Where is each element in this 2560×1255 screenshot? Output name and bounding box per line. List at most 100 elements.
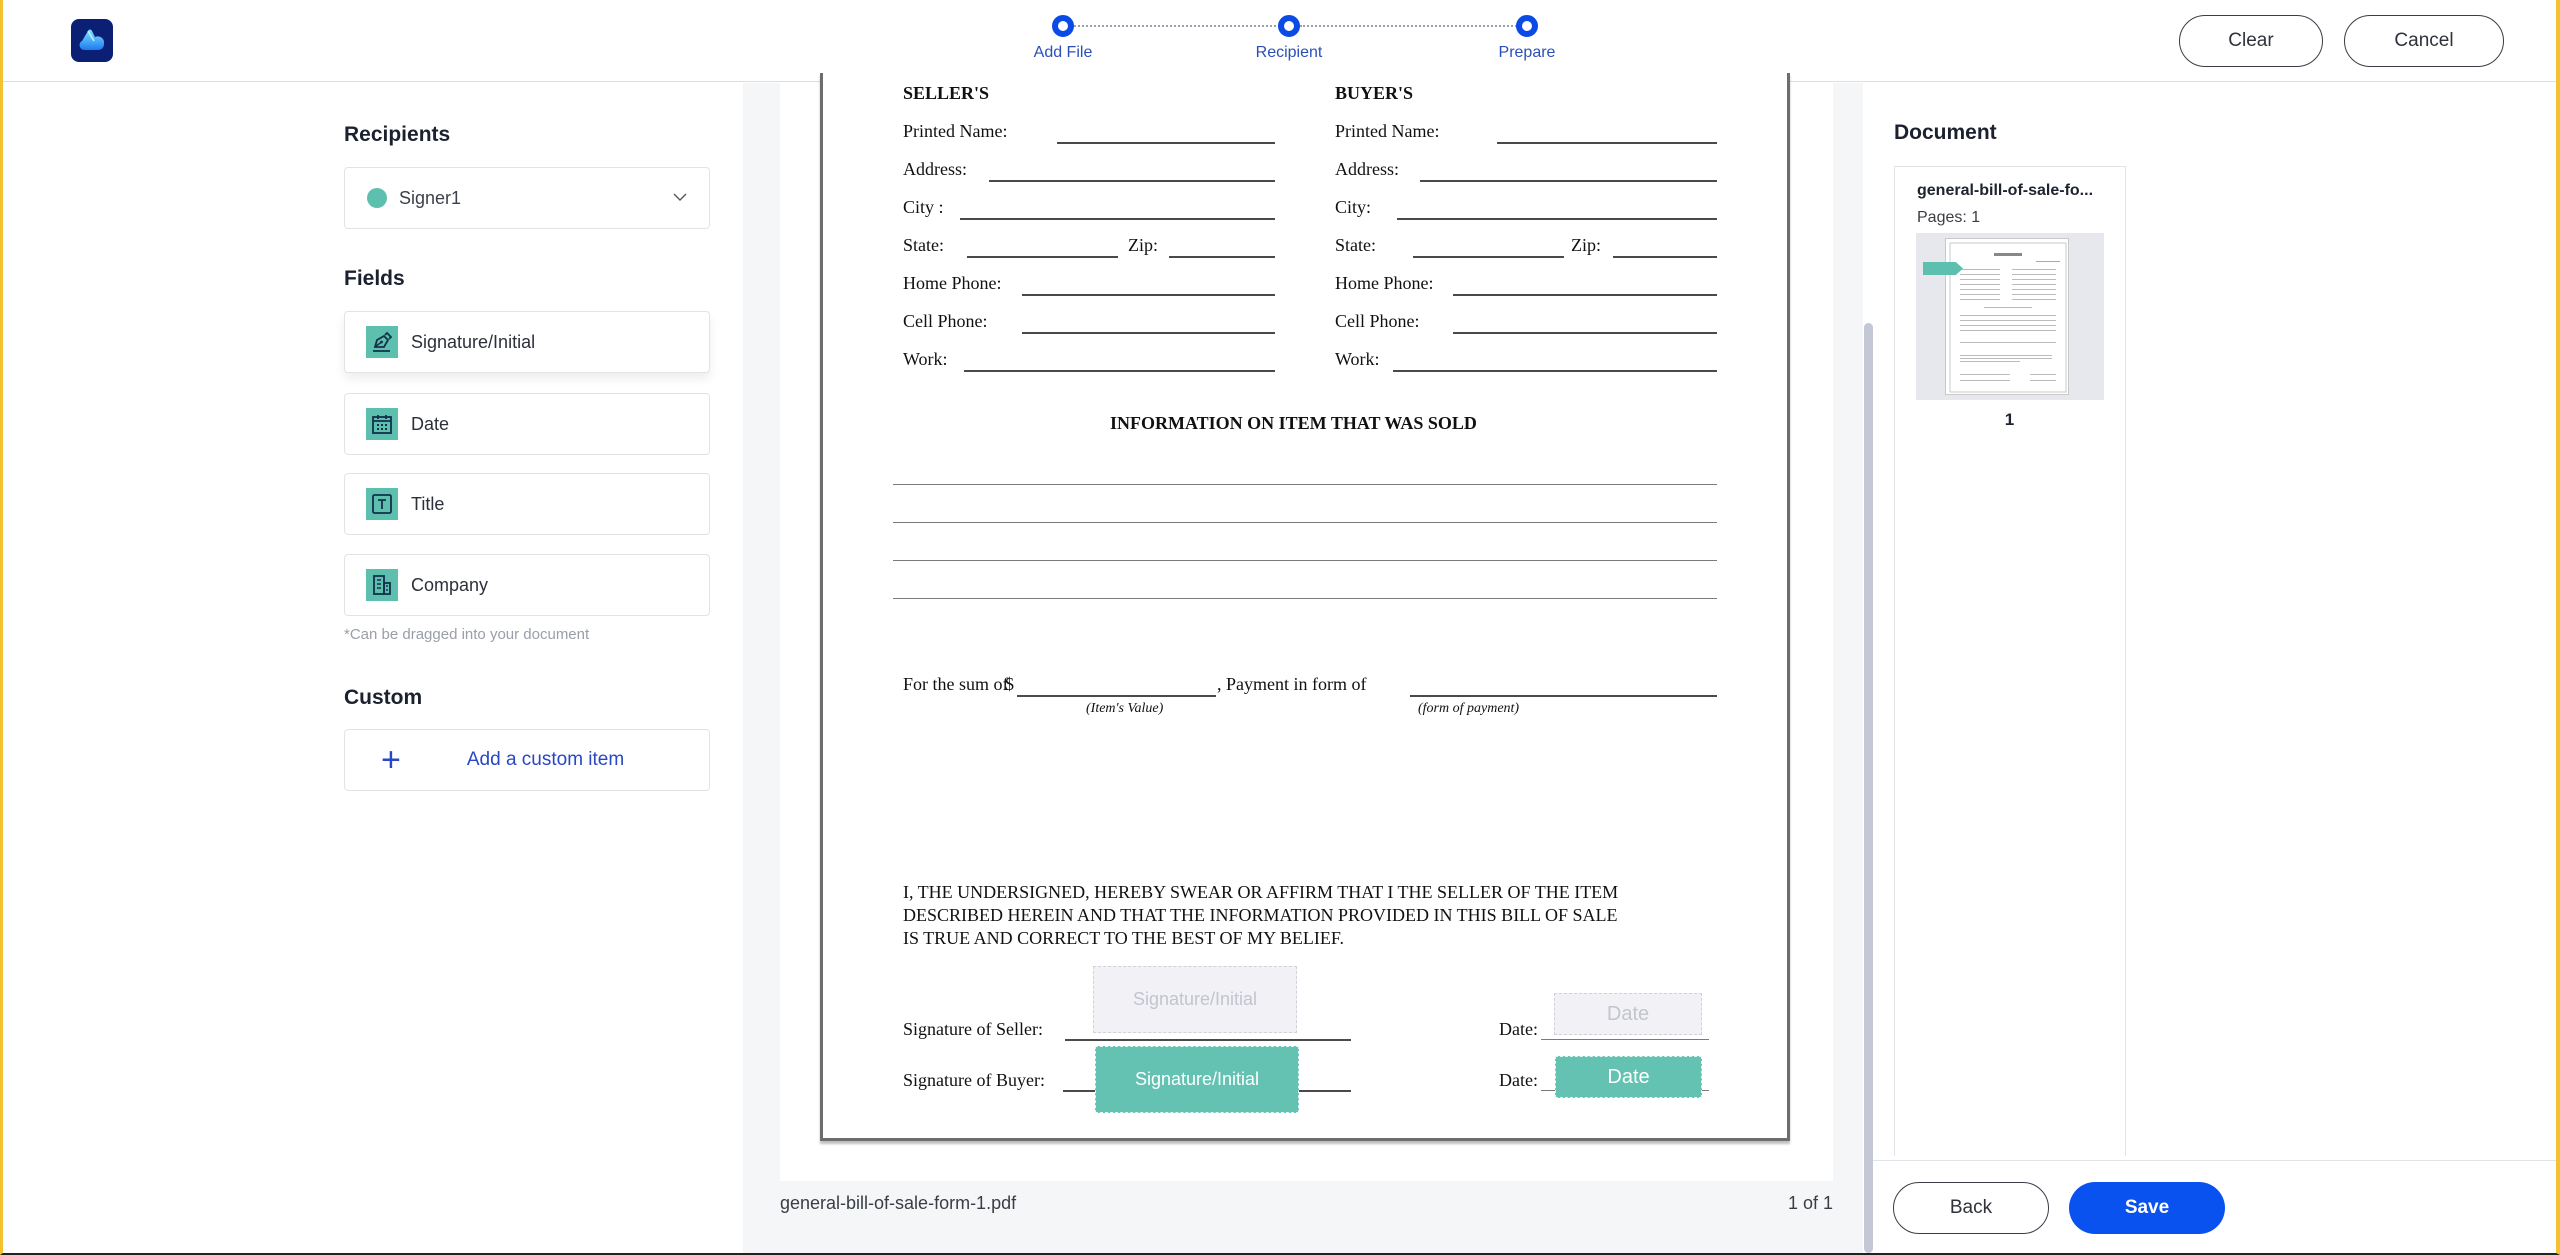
buyer-heading: BUYER'S (1335, 83, 1414, 103)
buyer-cell-phone-label: Cell Phone: (1335, 311, 1420, 331)
field-label: Company (411, 574, 489, 595)
signature-pen-icon (366, 326, 398, 358)
placed-seller-signature-field[interactable]: Signature/Initial (1093, 966, 1297, 1033)
seller-state-label: State: (903, 235, 944, 255)
right-panel-footer: Back Save (1873, 1160, 2556, 1253)
buyer-address-label: Address: (1335, 159, 1399, 179)
document-name: general-bill-of-sale-fo... (1917, 182, 2094, 199)
item-value-caption: (Item's Value) (1086, 701, 1164, 716)
chevron-down-icon (673, 193, 687, 201)
payment-form-line (1410, 695, 1717, 697)
seller-printed-name-line (1057, 142, 1275, 144)
buyer-signature-label: Signature of Buyer: (903, 1070, 1045, 1090)
add-custom-item-label: Add a custom item (466, 749, 625, 770)
declaration-line: I, THE UNDERSIGNED, HEREBY SWEAR OR AFFI… (903, 882, 1619, 902)
clear-button[interactable]: Clear (2179, 15, 2323, 67)
seller-cell-phone-line (1022, 332, 1275, 334)
buyer-home-phone-line (1453, 294, 1717, 296)
buyer-city-label: City: (1335, 197, 1372, 217)
add-custom-item-button[interactable]: + Add a custom item (344, 729, 710, 791)
document-pages-count: Pages: 1 (1917, 209, 1981, 226)
save-button[interactable]: Save (2069, 1182, 2225, 1234)
seller-address-line (989, 180, 1275, 182)
seller-printed-name-label: Printed Name: (903, 121, 1008, 141)
placed-buyer-signature-field[interactable]: Signature/Initial (1095, 1046, 1299, 1113)
payment-label: , Payment in form of (1217, 674, 1367, 694)
seller-home-phone-line (1022, 294, 1275, 296)
cancel-button[interactable]: Cancel (2344, 15, 2504, 67)
vertical-scrollbar[interactable] (1864, 323, 1873, 1253)
seller-city-line (960, 218, 1275, 220)
buyer-printed-name-line (1497, 142, 1717, 144)
buyer-zip-line (1613, 256, 1717, 258)
page-indicator: 1 of 1 (1788, 1193, 1834, 1213)
building-icon (366, 569, 398, 601)
buyer-date-label: Date: (1499, 1070, 1538, 1090)
placed-seller-date-field[interactable]: Date (1554, 993, 1702, 1035)
buyer-address-line (1420, 180, 1717, 182)
step-label: Prepare (1498, 44, 1556, 61)
left-panel: Recipients Signer1 Fields Signature/Init… (3, 83, 743, 1253)
thumbnail-page-image (1945, 238, 2069, 395)
seller-signature-line (1065, 1039, 1351, 1041)
field-date[interactable]: Date (344, 393, 710, 455)
item-value-line (1017, 695, 1216, 697)
step-add-file[interactable]: Add File (1003, 12, 1123, 62)
recipient-select[interactable]: Signer1 (344, 167, 710, 229)
page-area: SELLER'S Printed Name: Address: City : S… (780, 73, 1833, 1181)
seller-date-line (1541, 1039, 1709, 1040)
fields-title: Fields (344, 267, 405, 290)
field-signature-initial[interactable]: Signature/Initial (344, 311, 710, 373)
document-card: general-bill-of-sale-fo... Pages: 1 1 (1894, 166, 2126, 1156)
seller-work-label: Work: (903, 349, 948, 369)
pdf-page[interactable]: SELLER'S Printed Name: Address: City : S… (820, 73, 1790, 1141)
step-dot-icon (1516, 15, 1538, 37)
step-dot-icon (1278, 15, 1300, 37)
field-label: Signature/Initial (411, 331, 536, 352)
field-label: Date (411, 413, 450, 434)
custom-title: Custom (344, 686, 423, 709)
declaration-text: I, THE UNDERSIGNED, HEREBY SWEAR OR AFFI… (903, 881, 1618, 950)
back-button[interactable]: Back (1893, 1182, 2049, 1234)
seller-work-line (964, 370, 1275, 372)
buyer-printed-name-label: Printed Name: (1335, 121, 1440, 141)
top-header: Add File Recipient Prepare Clear Cancel (3, 0, 2556, 82)
step-recipient[interactable]: Recipient (1229, 12, 1349, 62)
field-label: Title (411, 493, 445, 514)
buyer-home-phone-label: Home Phone: (1335, 273, 1434, 293)
recipient-color-dot (367, 188, 387, 208)
field-title[interactable]: Title (344, 473, 710, 535)
right-panel: Document general-bill-of-sale-fo... Page… (1873, 83, 2556, 1253)
thumbnail-page-number: 1 (2004, 410, 2015, 429)
seller-date-label: Date: (1499, 1019, 1538, 1039)
recipient-name: Signer1 (399, 187, 462, 208)
step-label: Recipient (1255, 44, 1323, 61)
document-panel-title: Document (1894, 121, 1997, 144)
field-company[interactable]: Company (344, 554, 710, 616)
sum-label: For the sum of (903, 674, 1009, 694)
page-thumbnail[interactable] (1916, 233, 2104, 400)
recipient-marker-icon (1923, 262, 1963, 275)
file-name: general-bill-of-sale-form-1.pdf (780, 1193, 1017, 1213)
seller-signature-label: Signature of Seller: (903, 1019, 1043, 1039)
cloud-logo-icon[interactable] (71, 19, 113, 62)
placed-buyer-date-field[interactable]: Date (1555, 1056, 1702, 1098)
seller-city-label: City : (903, 197, 944, 217)
buyer-cell-phone-line (1453, 332, 1717, 334)
item-info-line (893, 560, 1717, 561)
seller-address-label: Address: (903, 159, 967, 179)
info-heading: INFORMATION ON ITEM THAT WAS SOLD (1110, 413, 1477, 433)
progress-stepper: Add File Recipient Prepare (1003, 12, 1583, 72)
buyer-state-label: State: (1335, 235, 1376, 255)
seller-zip-label: Zip: (1128, 235, 1158, 255)
plus-icon: + (381, 741, 401, 779)
buyer-city-line (1397, 218, 1717, 220)
seller-heading: SELLER'S (903, 83, 990, 103)
step-label: Add File (1033, 44, 1093, 61)
item-info-line (893, 522, 1717, 523)
buyer-work-line (1393, 370, 1717, 372)
step-prepare[interactable]: Prepare (1467, 12, 1587, 62)
declaration-line: DESCRIBED HEREIN AND THAT THE INFORMATIO… (903, 905, 1618, 925)
seller-home-phone-label: Home Phone: (903, 273, 1002, 293)
calendar-icon (366, 408, 398, 440)
